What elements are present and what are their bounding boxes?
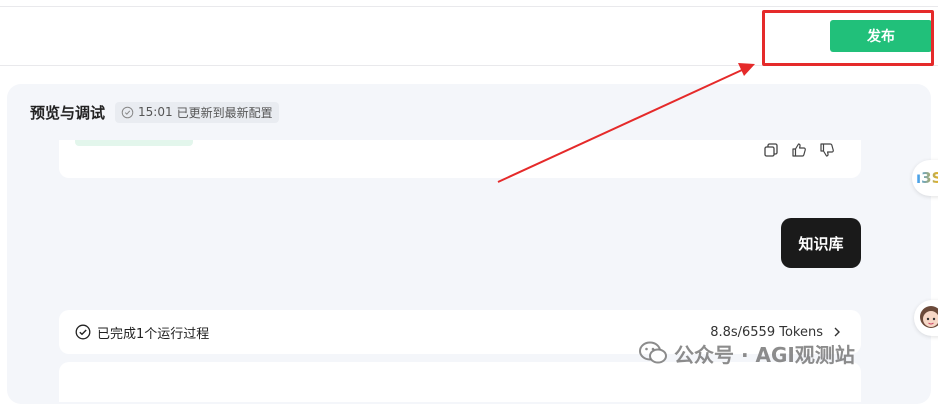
sync-status-badge: 15:01 已更新到最新配置 xyxy=(115,101,279,123)
panel-header: 预览与调试 15:01 已更新到最新配置 xyxy=(30,100,279,124)
user-message-text: 知识库 xyxy=(798,234,844,253)
user-message-bubble: 知识库 xyxy=(781,218,861,268)
watermark-text: 公众号 · AGI观测站 xyxy=(674,342,855,367)
next-message-card xyxy=(59,362,861,402)
sync-status-text: 已更新到最新配置 xyxy=(176,105,273,120)
clock-check-icon xyxy=(121,106,134,118)
run-status-text: 已完成1个运行过程 xyxy=(97,326,210,342)
check-circle-icon xyxy=(75,324,91,340)
avatar[interactable] xyxy=(914,300,938,336)
message-actions xyxy=(763,142,835,158)
chevron-right-icon[interactable] xyxy=(831,326,843,338)
wechat-icon xyxy=(639,341,667,364)
bot-message-card xyxy=(59,140,861,178)
sync-time: 15:01 xyxy=(138,105,173,119)
copy-icon[interactable] xyxy=(763,142,779,158)
message-tag xyxy=(75,140,193,146)
panel-title: 预览与调试 xyxy=(30,103,106,122)
thumbs-up-icon[interactable] xyxy=(791,142,807,158)
thumbs-down-icon[interactable] xyxy=(819,142,835,158)
annotation-highlight-box xyxy=(762,10,934,66)
watermark: 公众号 · AGI观测站 xyxy=(638,338,855,368)
run-status: 已完成1个运行过程 xyxy=(75,310,209,354)
avatar-icon xyxy=(920,306,938,328)
side-logo-text: ı3S xyxy=(916,169,938,187)
